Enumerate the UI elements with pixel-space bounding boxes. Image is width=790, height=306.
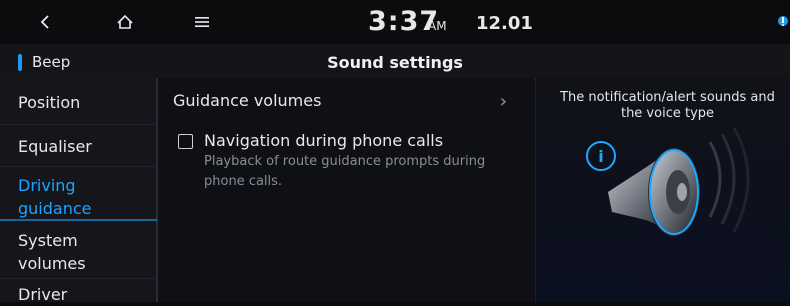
menu-icon: [195, 17, 209, 27]
sidebar-item-driver[interactable]: Driver: [18, 283, 67, 306]
sidebar-item-system-volumes[interactable]: System volumes: [18, 229, 118, 275]
sidebar-item-driving-guidance[interactable]: Driving guidance: [18, 174, 118, 220]
divider: [0, 166, 157, 167]
home-icon: [117, 14, 133, 29]
navigation-during-calls-description: Playback of route guidance prompts durin…: [204, 154, 486, 189]
divider: [0, 278, 157, 279]
guidance-volumes-row[interactable]: Guidance volumes ›: [173, 91, 513, 112]
menu-button[interactable]: [190, 0, 214, 44]
info-icon: i: [586, 141, 616, 171]
navigation-during-calls-checkbox[interactable]: [178, 134, 193, 149]
divider: [0, 124, 157, 125]
chevron-right-icon: ›: [499, 91, 507, 112]
back-arrow-icon: [40, 15, 49, 29]
page-title: Sound settings: [327, 53, 463, 72]
info-text: The notification/alert sounds and the vo…: [560, 90, 775, 121]
guidance-volumes-label: Guidance volumes: [173, 91, 322, 110]
speaker-icon: [608, 127, 750, 236]
sidebar-item-equaliser[interactable]: Equaliser: [18, 135, 92, 158]
navigation-during-calls-label[interactable]: Navigation during phone calls: [204, 131, 443, 150]
back-button[interactable]: [30, 0, 60, 44]
home-button[interactable]: [110, 0, 140, 44]
bluetooth-voice-icon: [778, 16, 788, 26]
sidebar-item-position[interactable]: Position: [18, 91, 80, 114]
date-display: 12.01: [476, 13, 533, 34]
clock-ampm: AM: [428, 19, 447, 33]
selected-item-underline: [0, 219, 157, 221]
